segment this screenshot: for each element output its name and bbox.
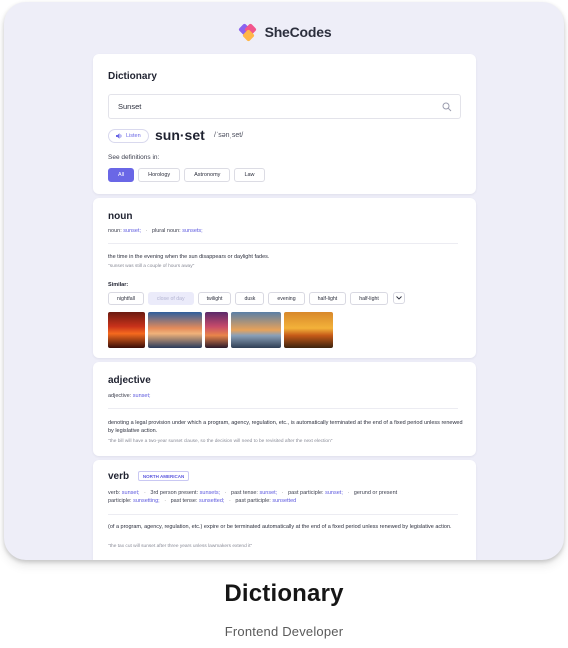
adjective-heading: adjective (108, 375, 151, 386)
verb-example: "the tax cut will sunset after three yea… (108, 544, 253, 549)
noun-example: "sunset was still a couple of hours away… (108, 264, 195, 269)
page-title: Dictionary (108, 71, 157, 82)
chip-horology[interactable]: Horology (138, 168, 181, 182)
listen-button[interactable]: Listen (108, 129, 149, 143)
search-card: Dictionary Sunset Listen sun·set /ˈsənˌs… (93, 54, 476, 194)
divider (108, 408, 458, 409)
similar-chip[interactable]: evening (268, 292, 305, 305)
sunset-image[interactable] (284, 312, 333, 348)
speaker-icon (116, 133, 122, 139)
headword: sun·set (155, 127, 205, 143)
separator: · (224, 490, 227, 496)
adjective-example: "the bill will have a two-year sunset cl… (108, 439, 333, 444)
similar-chip[interactable]: half-light (350, 292, 388, 305)
separator: · (164, 498, 167, 504)
chip-law[interactable]: Law (234, 168, 265, 182)
chevron-down-icon (395, 296, 402, 300)
search-icon[interactable] (442, 102, 452, 112)
noun-forms: noun: sunset; · plural noun: sunsets; (108, 228, 203, 234)
separator: · (281, 490, 284, 496)
adjective-card: adjective adjective: sunset; denoting a … (93, 362, 476, 456)
similar-chip[interactable]: nightfall (108, 292, 144, 305)
noun-form-value[interactable]: sunset; (123, 228, 141, 234)
adjective-form-value[interactable]: sunset; (133, 393, 151, 399)
noun-heading: noun (108, 211, 133, 222)
noun-card: noun noun: sunset; · plural noun: sunset… (93, 198, 476, 358)
verb-forms-line-2: participle: sunsetting; · past tense: su… (108, 498, 296, 504)
region-badge: NORTH AMERICAN (137, 471, 190, 482)
separator: · (145, 228, 148, 234)
verb-heading: verb (108, 471, 130, 482)
verb-form-label: past participle: (235, 498, 271, 504)
verb-form-label: 3rd person present: (150, 490, 199, 496)
sunset-image[interactable] (205, 312, 228, 348)
shecodes-logo-icon (238, 23, 256, 42)
verb-form-label: past participle: (288, 490, 324, 496)
search-input[interactable]: Sunset (108, 94, 461, 119)
brand-header: SheCodes (4, 20, 564, 44)
image-gallery (108, 312, 333, 348)
verb-definition: (of a program, agency, regulation, etc.)… (108, 524, 452, 530)
verb-form-label: verb: (108, 490, 121, 496)
similar-chips: nightfall close of day twilight dusk eve… (108, 292, 405, 305)
verb-forms-line-1: verb: sunset; · 3rd person present: suns… (108, 490, 397, 496)
separator: · (347, 490, 350, 496)
adjective-definition: denoting a legal provision under which a… (108, 420, 463, 434)
similar-label: Similar: (108, 282, 129, 288)
show-more-button[interactable] (392, 292, 405, 304)
sunset-image[interactable] (231, 312, 281, 348)
verb-form-value[interactable]: sunsets; (200, 490, 220, 496)
category-chips: All Horology Astronomy Law (108, 168, 265, 182)
separator: · (144, 490, 146, 496)
listen-label: Listen (126, 133, 141, 139)
verb-heading-row: verb NORTH AMERICAN (108, 471, 190, 482)
project-subtitle: Frontend Developer (224, 624, 344, 639)
noun-definition: the time in the evening when the sun dis… (108, 254, 270, 260)
noun-form-label: noun: (108, 228, 122, 234)
verb-form-value[interactable]: sunsetting; (133, 498, 160, 504)
divider (108, 514, 458, 515)
plural-value[interactable]: sunsets; (182, 228, 202, 234)
verb-form-value[interactable]: sunset; (325, 490, 343, 496)
verb-card: verb NORTH AMERICAN verb: sunset; · 3rd … (93, 460, 476, 560)
separator: · (228, 498, 231, 504)
verb-form-value[interactable]: sunset; (122, 490, 140, 496)
brand-name: SheCodes (264, 24, 332, 40)
verb-form-value[interactable]: sunsetted; (199, 498, 224, 504)
see-definitions-label: See definitions in: (108, 154, 160, 161)
similar-chip[interactable]: twilight (197, 292, 232, 305)
verb-form-label: past tense: (170, 498, 198, 504)
verb-form-value[interactable]: sunsetted (272, 498, 296, 504)
verb-form-value[interactable]: sunset; (259, 490, 277, 496)
chip-all[interactable]: All (108, 168, 135, 182)
phonetic: /ˈsənˌset/ (214, 132, 244, 139)
project-title: Dictionary (224, 580, 344, 607)
similar-chip[interactable]: close of day (147, 292, 194, 305)
chip-astronomy[interactable]: Astronomy (184, 168, 231, 182)
verb-form-label: past tense: (231, 490, 258, 496)
adjective-form-label: adjective: (108, 393, 132, 399)
similar-chip[interactable]: half-light (308, 292, 347, 305)
similar-chip[interactable]: dusk (235, 292, 265, 305)
search-input-value: Sunset (118, 102, 142, 111)
adjective-forms: adjective: sunset; (108, 393, 151, 399)
plural-label: plural noun: (151, 228, 181, 234)
sunset-image[interactable] (148, 312, 202, 348)
verb-form-label: gerund or present (353, 490, 398, 496)
verb-form-label: participle: (108, 498, 132, 504)
app-window: SheCodes Dictionary Sunset Listen sun·se… (4, 2, 564, 560)
sunset-image[interactable] (108, 312, 145, 348)
divider (108, 243, 458, 244)
